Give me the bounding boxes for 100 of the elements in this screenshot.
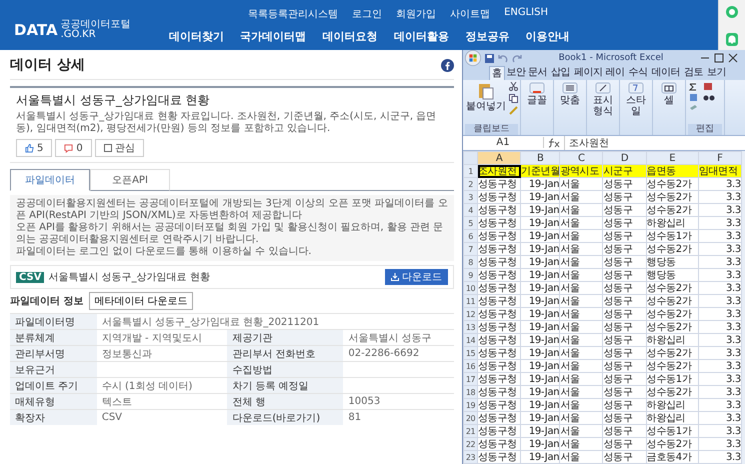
maximize-icon[interactable]: [714, 53, 724, 63]
sheet-cell: 성동구청: [478, 348, 517, 358]
tab[interactable]: 오픈API: [90, 169, 170, 191]
row-number[interactable]: 5: [464, 216, 478, 230]
row-number[interactable]: 17: [464, 372, 478, 386]
ribbon-tab[interactable]: 삽입: [549, 66, 572, 80]
column-header[interactable]: E: [646, 152, 698, 164]
style-button[interactable]: 스타일: [622, 82, 650, 135]
row-number[interactable]: 9: [464, 268, 478, 282]
sheet-cell: 성동구: [603, 452, 633, 462]
sheet-cell: 성동구청: [478, 452, 517, 462]
sheet-cell: 19-Jan: [528, 204, 560, 216]
font-button[interactable]: 글꼴: [523, 82, 551, 135]
sheet-cell: 광역시도: [560, 166, 600, 176]
sheet-cell: 19-Jan: [528, 244, 560, 254]
row-number[interactable]: 23: [464, 450, 478, 464]
sheet-cell: 성동구청: [478, 230, 517, 242]
section-title: 파일데이터 정보: [10, 295, 84, 308]
facebook-icon[interactable]: [441, 58, 454, 72]
sheet-cell: 서울: [560, 204, 580, 216]
row-number[interactable]: 22: [464, 438, 478, 450]
row-number[interactable]: 21: [464, 424, 478, 438]
row-number[interactable]: 16: [464, 360, 478, 372]
metadata-download-button[interactable]: 메타데이터 다운로드: [89, 292, 193, 310]
row-number[interactable]: 19: [464, 398, 478, 412]
sheet-cell: 3.3: [726, 218, 741, 228]
name-box[interactable]: A1: [463, 137, 544, 148]
nav-item[interactable]: 이용안내: [526, 29, 570, 44]
row-number[interactable]: 3: [464, 190, 478, 204]
ribbon-tab[interactable]: 페이지 레이: [572, 66, 626, 80]
row-number[interactable]: 6: [464, 230, 478, 242]
sheet-cell: 3.3: [726, 282, 741, 294]
sheet-cell: 서울: [560, 452, 580, 462]
tab[interactable]: 파일데이터: [10, 169, 90, 191]
paste-button[interactable]: 붙여넣기: [465, 82, 507, 124]
like-button[interactable]: 5: [16, 139, 52, 157]
sheet-cell: 19-Jan: [528, 400, 560, 410]
ribbon-tab[interactable]: 보기: [704, 66, 728, 80]
sheet-cell: 행당동: [646, 270, 676, 280]
sheet-cell: 3.3: [726, 308, 741, 320]
top-link[interactable]: ENGLISH: [504, 7, 548, 21]
field-value: 10053: [348, 396, 380, 407]
scissors-icon[interactable]: [509, 82, 518, 91]
bookmark-button[interactable]: 관심: [94, 139, 144, 157]
sheet-cell: 성동구: [603, 400, 633, 410]
nav-item[interactable]: 데이터찾기: [168, 29, 224, 44]
logo-subtitle: 공공데이터포털: [60, 20, 131, 30]
nav-item[interactable]: 데이터활용: [394, 29, 449, 44]
row-number[interactable]: 1: [464, 164, 478, 178]
column-header[interactable]: C: [560, 152, 603, 164]
ribbon-tab[interactable]: 수식: [626, 66, 650, 80]
row-number[interactable]: 7: [464, 242, 478, 256]
row-number[interactable]: 18: [464, 386, 478, 398]
top-link[interactable]: 사이트맵: [450, 7, 490, 21]
dislike-button[interactable]: 0: [55, 139, 92, 157]
row-number[interactable]: 13: [464, 320, 478, 334]
sheet-cell: 성동구청: [478, 218, 517, 228]
row-number[interactable]: 11: [464, 294, 478, 308]
nav-item[interactable]: 데이터요청: [322, 29, 378, 44]
column-header[interactable]: A: [478, 152, 521, 164]
nav-item[interactable]: 정보공유: [465, 29, 510, 44]
column-header[interactable]: F: [698, 152, 742, 164]
row-number[interactable]: 20: [464, 412, 478, 424]
ribbon-tab[interactable]: 보안 문서: [504, 66, 550, 80]
ribbon-tab[interactable]: 홈: [489, 66, 504, 80]
number-button[interactable]: 표시 형식: [589, 82, 617, 135]
top-link[interactable]: 목록등록관리시스템: [248, 7, 338, 21]
dataset-title: 서울특별시 성동구_상가임대료 현황: [16, 92, 211, 109]
column-header[interactable]: B: [520, 152, 560, 164]
field-value: 정보통신과: [102, 348, 152, 360]
ribbon-tab[interactable]: 검토: [682, 66, 705, 80]
sheet-cell: 성동구청: [478, 204, 517, 216]
nav-item[interactable]: 국가데이터맵: [240, 29, 306, 44]
sheet-cell: 3.3: [726, 204, 741, 216]
cell-button[interactable]: 셀: [655, 82, 683, 135]
row-number[interactable]: 14: [464, 334, 478, 346]
row-number[interactable]: 15: [464, 346, 478, 360]
copy-icon[interactable]: [509, 94, 518, 103]
ribbon-tab[interactable]: 데이터: [649, 66, 682, 80]
align-button[interactable]: 맞춤: [556, 82, 584, 135]
row-number[interactable]: 4: [464, 204, 478, 216]
sheet-cell: 19-Jan: [528, 178, 560, 190]
fx-icon[interactable]: [548, 138, 560, 148]
office-button[interactable]: [465, 50, 481, 66]
row-number[interactable]: 2: [464, 178, 478, 190]
sheet-cell: 성수동2가: [646, 308, 692, 320]
top-link[interactable]: 회원가입: [396, 7, 436, 21]
row-number[interactable]: 10: [464, 282, 478, 294]
sheet-cell: 서울: [560, 386, 580, 398]
dataset-description: 서울특별시 성동구_상가임대료 현황 자료입니다. 조사원천, 기준년월, 주소(시도, 시군구, 읍면동), 임대면적(m2), 평당전세가(만원) 등의 정보를 포함하고 있습니다.: [16, 111, 438, 135]
formula-field[interactable]: 조사원천: [564, 136, 745, 150]
sheet-cell: 성동구: [603, 426, 633, 436]
row-number[interactable]: 12: [464, 308, 478, 320]
row-number[interactable]: 8: [464, 256, 478, 268]
close-icon[interactable]: [728, 53, 738, 63]
save-icon[interactable]: [485, 54, 494, 62]
sheet-cell: 성동구: [603, 322, 633, 332]
top-link[interactable]: 로그인: [352, 7, 382, 21]
column-header[interactable]: D: [602, 152, 646, 164]
download-button[interactable]: 다운로드: [385, 269, 448, 285]
